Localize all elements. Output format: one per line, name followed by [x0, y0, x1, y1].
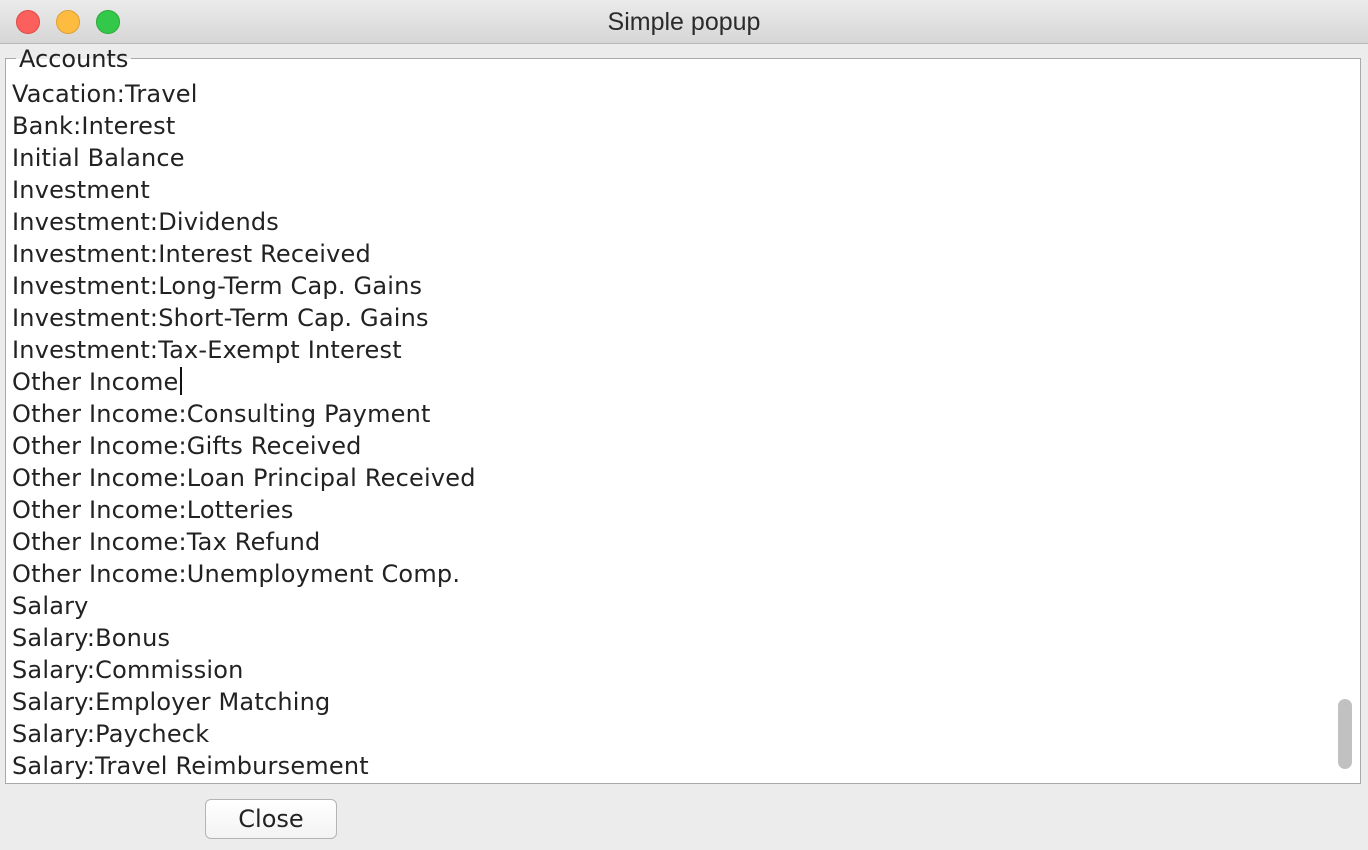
account-item-label: Investment	[12, 176, 150, 204]
accounts-group: Accounts Vacation:Travel Bank:Interest I…	[5, 46, 1361, 784]
account-item-label: Other Income:Loan Principal Received	[12, 464, 476, 492]
account-item[interactable]: Initial Balance	[12, 142, 1332, 174]
text-caret	[179, 367, 182, 395]
account-item-label: Salary:Commission	[12, 656, 244, 684]
account-item-label: Other Income:Tax Refund	[12, 528, 321, 556]
account-item-label: Other Income:Consulting Payment	[12, 400, 431, 428]
account-item[interactable]: Investment:Interest Received	[12, 238, 1332, 270]
account-item-label: Vacation:Travel	[12, 80, 198, 108]
account-item[interactable]: Investment:Dividends	[12, 206, 1332, 238]
accounts-text-area[interactable]: Vacation:Travel Bank:Interest Initial Ba…	[12, 78, 1332, 782]
account-item-label: Investment:Long-Term Cap. Gains	[12, 272, 423, 300]
account-item-label: Investment:Dividends	[12, 208, 279, 236]
account-item-label: Other Income:Lotteries	[12, 496, 294, 524]
account-item[interactable]: Salary:Employer Matching	[12, 686, 1332, 718]
account-item-label: Other Income:Unemployment Comp.	[12, 560, 461, 588]
account-item[interactable]: Other Income:Lotteries	[12, 494, 1332, 526]
account-item-label: Investment:Short-Term Cap. Gains	[12, 304, 429, 332]
account-item-label: Salary:Paycheck	[12, 720, 210, 748]
account-item-label: Other Income:Gifts Received	[12, 432, 362, 460]
account-item[interactable]: Other Income:Unemployment Comp.	[12, 558, 1332, 590]
account-item[interactable]: Other Income:Consulting Payment	[12, 398, 1332, 430]
accounts-legend: Accounts	[16, 46, 132, 72]
account-item[interactable]: Investment:Long-Term Cap. Gains	[12, 270, 1332, 302]
account-item[interactable]: Salary:Paycheck	[12, 718, 1332, 750]
account-item[interactable]: Investment:Short-Term Cap. Gains	[12, 302, 1332, 334]
account-item[interactable]: Other Income:Tax Refund	[12, 526, 1332, 558]
account-item[interactable]: Bank:Interest	[12, 110, 1332, 142]
account-item-label: Investment:Interest Received	[12, 240, 371, 268]
window-title: Simple popup	[607, 8, 761, 36]
title-bar[interactable]: Simple popup	[0, 0, 1368, 44]
account-item-label: Salary:Bonus	[12, 624, 171, 652]
account-item[interactable]: Vacation:Travel	[12, 78, 1332, 110]
account-item-label: Investment:Tax-Exempt Interest	[12, 336, 402, 364]
account-item[interactable]: Other Income	[12, 366, 1332, 398]
account-item-label: Salary	[12, 592, 89, 620]
account-item-label: Salary:Travel Reimbursement	[12, 752, 369, 780]
account-item-label: Salary:Employer Matching	[12, 688, 331, 716]
vertical-scrollbar-thumb[interactable]	[1338, 699, 1352, 769]
account-item[interactable]: Salary:Bonus	[12, 622, 1332, 654]
account-item[interactable]: Salary:Commission	[12, 654, 1332, 686]
account-item-label: Initial Balance	[12, 144, 185, 172]
account-item-label: Bank:Interest	[12, 112, 176, 140]
account-item[interactable]: Investment:Tax-Exempt Interest	[12, 334, 1332, 366]
popup-window: Simple popup Accounts Vacation:Travel Ba…	[0, 0, 1368, 850]
account-item[interactable]: Other Income:Gifts Received	[12, 430, 1332, 462]
account-item[interactable]: Salary:Travel Reimbursement	[12, 750, 1332, 782]
account-item[interactable]: Other Income:Loan Principal Received	[12, 462, 1332, 494]
account-item-label: Other Income	[12, 368, 179, 396]
account-item[interactable]: Salary	[12, 590, 1332, 622]
close-button[interactable]: Close	[205, 799, 337, 839]
account-item[interactable]: Investment	[12, 174, 1332, 206]
